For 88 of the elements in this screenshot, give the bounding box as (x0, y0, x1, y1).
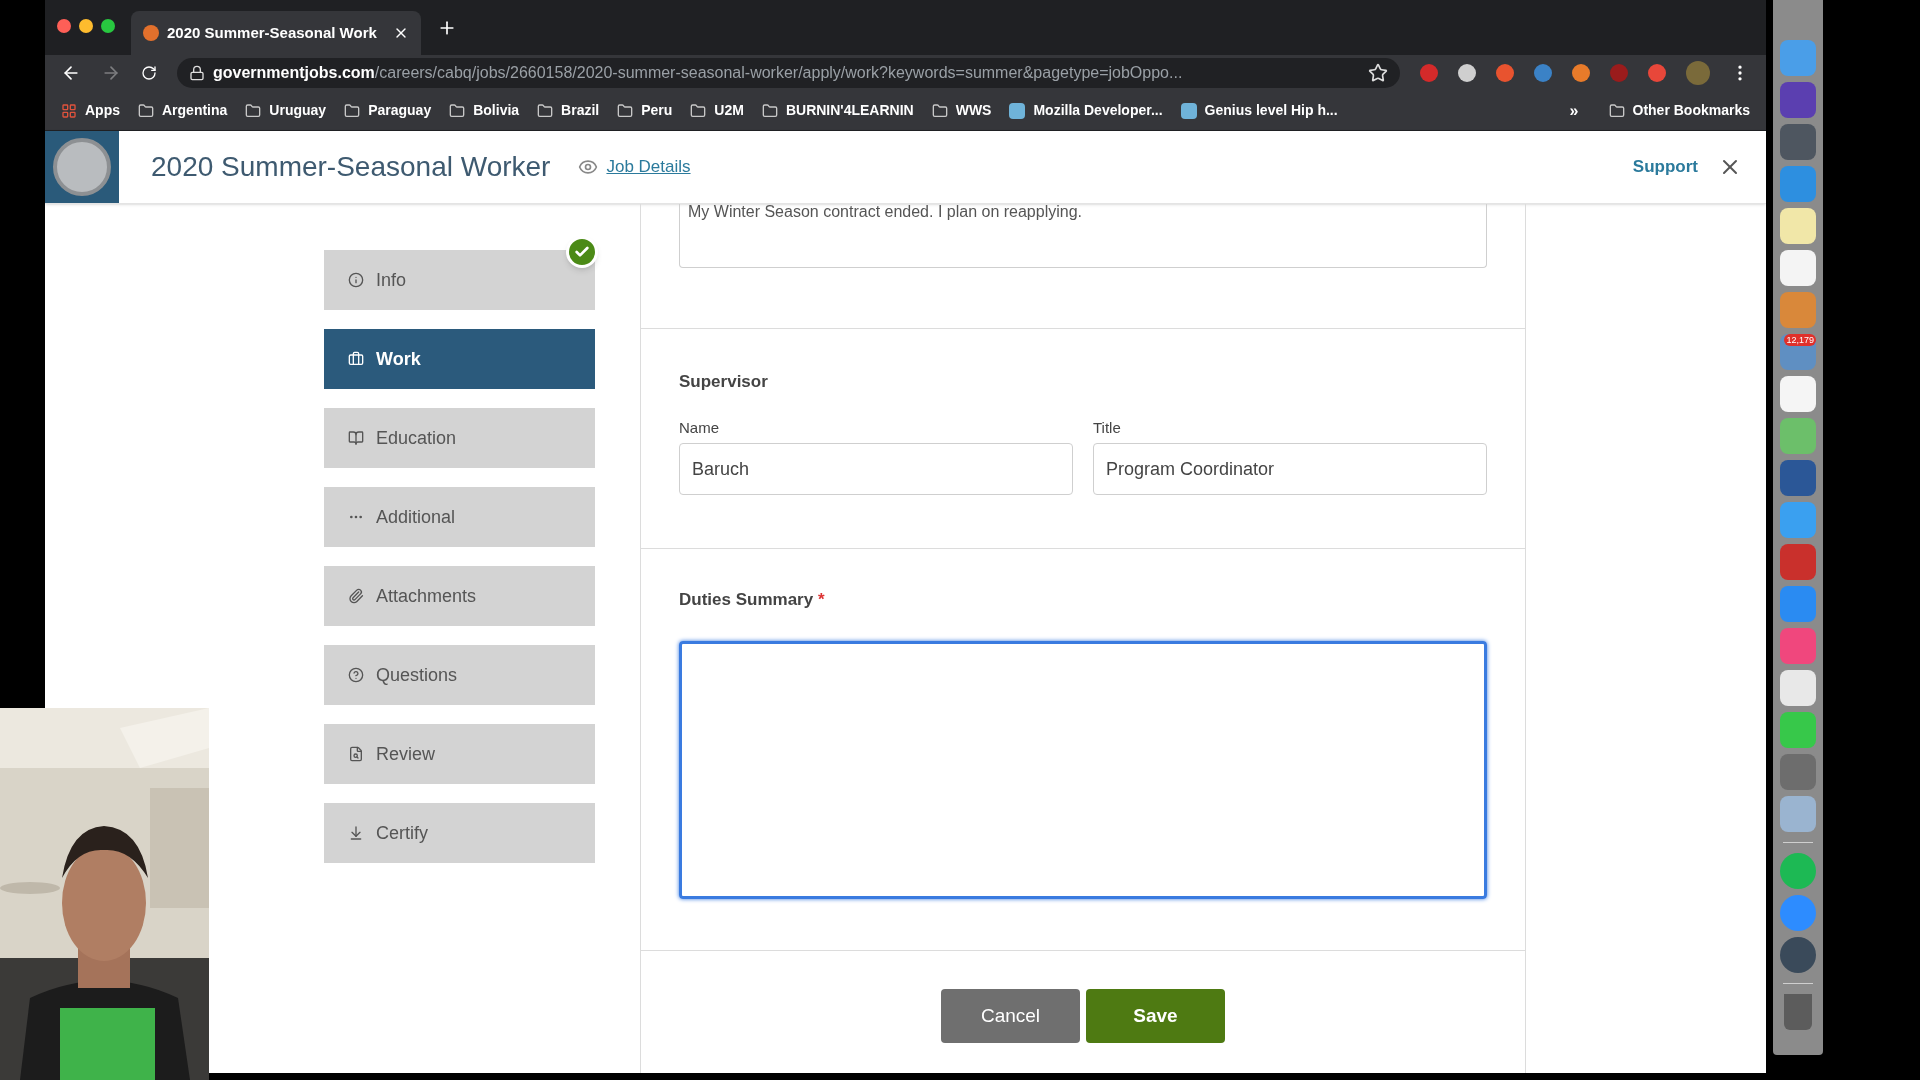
book-icon (348, 430, 364, 446)
page-favicon-icon (1009, 102, 1026, 119)
save-button[interactable]: Save (1086, 989, 1225, 1043)
folder-icon (690, 102, 707, 119)
bookmark-item[interactable]: Other Bookmarks (1608, 100, 1750, 121)
bookmark-item[interactable]: BURNIN'4LEARNIN (761, 100, 914, 121)
step-tab[interactable]: Questions (324, 645, 595, 705)
job-details-link[interactable]: Job Details (606, 154, 691, 180)
step-tab[interactable]: Additional (324, 487, 595, 547)
step-tab[interactable]: Work (324, 329, 595, 389)
folder-icon (931, 102, 948, 119)
bookmark-item[interactable]: Bolivia (449, 100, 520, 121)
app-icon[interactable] (1780, 82, 1816, 118)
download-icon (348, 825, 364, 841)
reload-icon[interactable] (141, 65, 157, 81)
bookmark-item[interactable]: Genius level Hip h... (1180, 100, 1338, 121)
document-search-icon (348, 746, 364, 762)
profile-avatar-icon[interactable] (1686, 61, 1710, 85)
maximize-window-icon[interactable] (101, 18, 115, 33)
app-icon[interactable] (1780, 124, 1816, 160)
bookmark-item[interactable]: U2M (690, 100, 744, 121)
step-tab[interactable]: Certify (324, 803, 595, 863)
folder-icon (1608, 102, 1625, 119)
folder-icon (537, 102, 554, 119)
bookmark-item[interactable]: WWS (931, 100, 992, 121)
page-favicon-icon (1180, 102, 1197, 119)
extension-icon[interactable] (1572, 64, 1590, 82)
app-icon[interactable] (1780, 937, 1816, 973)
step-tab[interactable]: Info (324, 250, 595, 310)
paperclip-icon (348, 588, 364, 604)
app-icon[interactable] (1780, 544, 1816, 580)
help-icon (348, 667, 364, 683)
eye-icon (578, 157, 599, 177)
extension-icon[interactable] (1458, 64, 1476, 82)
title-input[interactable]: Program Coordinator (1093, 443, 1487, 495)
address-bar[interactable]: governmentjobs.com/careers/cabq/jobs/2660158/2020-summer-seasonal-worker/apply/work?keywords=summer&pagetype=jobOppo... (177, 58, 1400, 88)
url-text: governmentjobs.com/careers/cabq/jobs/2660158/2020-summer-seasonal-worker/apply/work?keywords=summer&pagetype=jobOppo... (213, 63, 1184, 83)
app-icon[interactable] (1780, 460, 1816, 496)
app-icon[interactable] (1780, 376, 1816, 412)
cancel-button[interactable]: Cancel (941, 989, 1080, 1043)
step-tab[interactable]: Education (324, 408, 595, 468)
app-icon[interactable] (1780, 712, 1816, 748)
app-icon[interactable] (1780, 796, 1816, 832)
folder-icon (617, 102, 634, 119)
reason-text-area[interactable]: My Winter Season contract ended. I plan on reapplying. (679, 204, 1487, 268)
app-icon[interactable] (1780, 250, 1816, 286)
tab-title: 2020 Summer-Seasonal Work (167, 22, 378, 43)
bookmark-item[interactable]: Brazil (537, 100, 600, 121)
folder-icon (761, 102, 778, 119)
close-window-icon[interactable] (57, 18, 71, 33)
support-link[interactable]: Support (1632, 154, 1698, 180)
app-icon[interactable] (1780, 418, 1816, 454)
app-icon[interactable]: 12,179 (1780, 334, 1816, 370)
field-label: Title (1093, 417, 1122, 438)
lock-icon (189, 65, 205, 81)
section-heading: Supervisor (679, 371, 769, 393)
duties-text-area[interactable] (679, 640, 1487, 899)
app-icon[interactable] (1780, 670, 1816, 706)
bookmark-star-icon[interactable] (1368, 63, 1388, 83)
step-tab[interactable]: Attachments (324, 566, 595, 626)
folder-icon (344, 102, 361, 119)
app-icon[interactable] (1780, 208, 1816, 244)
name-input[interactable]: Baruch (679, 443, 1073, 495)
apps-grid-icon (61, 102, 77, 119)
bookmark-item[interactable]: Argentina (138, 100, 228, 121)
step-tab[interactable]: Review (324, 724, 595, 784)
browser-tab[interactable]: 2020 Summer-Seasonal Work (131, 11, 421, 55)
favicon-icon (143, 25, 159, 41)
more-bookmarks-button[interactable]: » (1569, 98, 1579, 123)
folder-icon (138, 102, 154, 119)
bookmark-item[interactable]: Paraguay (344, 100, 432, 121)
briefcase-icon (348, 351, 364, 367)
minimize-window-icon[interactable] (79, 18, 93, 33)
field-label: Name (679, 417, 720, 438)
bookmark-item[interactable]: Mozilla Developer... (1009, 100, 1163, 121)
extension-icon[interactable] (1496, 64, 1514, 82)
folder-icon (449, 102, 466, 119)
info-icon (348, 272, 364, 288)
field-label: Duties Summary * (679, 589, 826, 611)
dock-badge: 12,179 (1784, 334, 1816, 346)
bookmark-item[interactable]: Peru (617, 100, 673, 121)
seal-logo-icon (53, 138, 111, 196)
reason-text: My Winter Season contract ended. I plan on reapplying. (688, 204, 1082, 220)
app-icon[interactable] (1780, 754, 1816, 790)
bookmark-item[interactable]: Apps (61, 100, 120, 121)
bookmark-item[interactable]: Uruguay (245, 100, 327, 121)
folder-icon (245, 102, 262, 119)
page-title: 2020 Summer-Seasonal Worker (151, 150, 551, 184)
